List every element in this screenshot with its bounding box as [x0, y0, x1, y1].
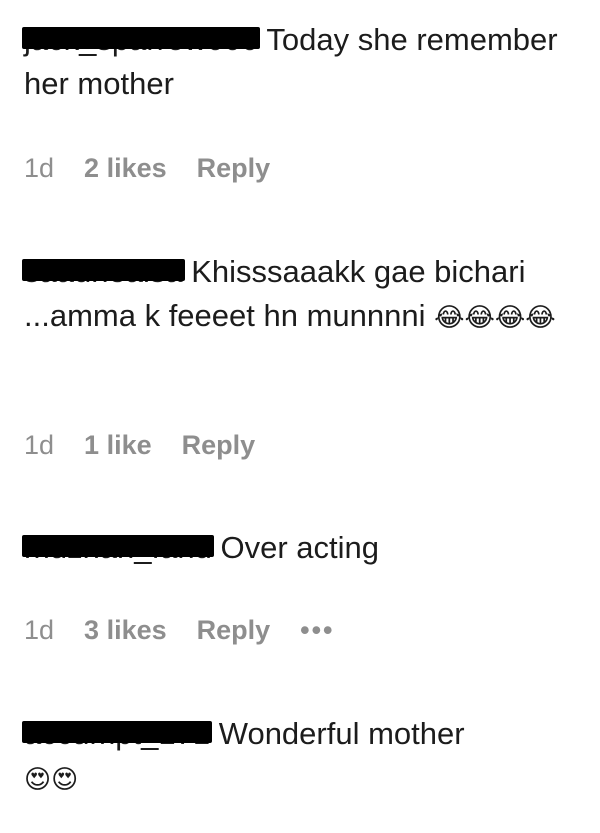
reply-button[interactable]: Reply [182, 427, 256, 463]
laughing-emoji-icon: 😂😂😂😂 [434, 303, 556, 333]
comment-body: muznah_fahd Over acting [22, 526, 584, 570]
comment-likes[interactable]: 3 likes [84, 612, 167, 648]
reply-button[interactable]: Reply [197, 150, 271, 186]
comment-time: 1d [24, 430, 55, 460]
comment-likes[interactable]: 2 likes [84, 150, 167, 186]
comment-item: accumpt_171 Wonderful mother 😍😍 [22, 712, 584, 802]
comment-body: accumpt_171 Wonderful mother 😍😍 [22, 712, 584, 802]
comment-text: Over acting [220, 530, 380, 565]
comment-likes[interactable]: 1 like [84, 427, 152, 463]
username-redaction [22, 721, 213, 743]
comment-meta: 1d 3 likes Reply ••• [24, 612, 335, 648]
heart-eyes-emoji-icon: 😍😍 [24, 765, 79, 795]
comment-item: saadhealsa Khisssaaakk gae bichari ...am… [22, 250, 584, 340]
comment-text: Wonderful mother [218, 716, 465, 751]
comment-username[interactable]: saadhealsa [22, 250, 185, 294]
comment-body: saadhealsa Khisssaaakk gae bichari ...am… [22, 250, 584, 340]
comment-meta: 1d 1 like Reply [24, 427, 285, 463]
comment-time: 1d [24, 153, 55, 183]
comment-meta: 1d 2 likes Reply [24, 150, 300, 186]
comment-item: muznah_fahd Over acting [22, 526, 584, 570]
reply-button[interactable]: Reply [197, 612, 271, 648]
comment-item: jack_sparrow000 Today she remember her m… [22, 18, 584, 106]
comment-time: 1d [24, 615, 55, 645]
comment-username[interactable]: jack_sparrow000 [22, 18, 261, 62]
username-redaction [22, 535, 214, 557]
username-redaction [22, 27, 261, 49]
comment-username[interactable]: muznah_fahd [22, 526, 214, 570]
comment-username[interactable]: accumpt_171 [22, 712, 213, 756]
more-options-icon[interactable]: ••• [300, 612, 334, 648]
username-redaction [22, 259, 185, 281]
comment-body: jack_sparrow000 Today she remember her m… [22, 18, 584, 106]
